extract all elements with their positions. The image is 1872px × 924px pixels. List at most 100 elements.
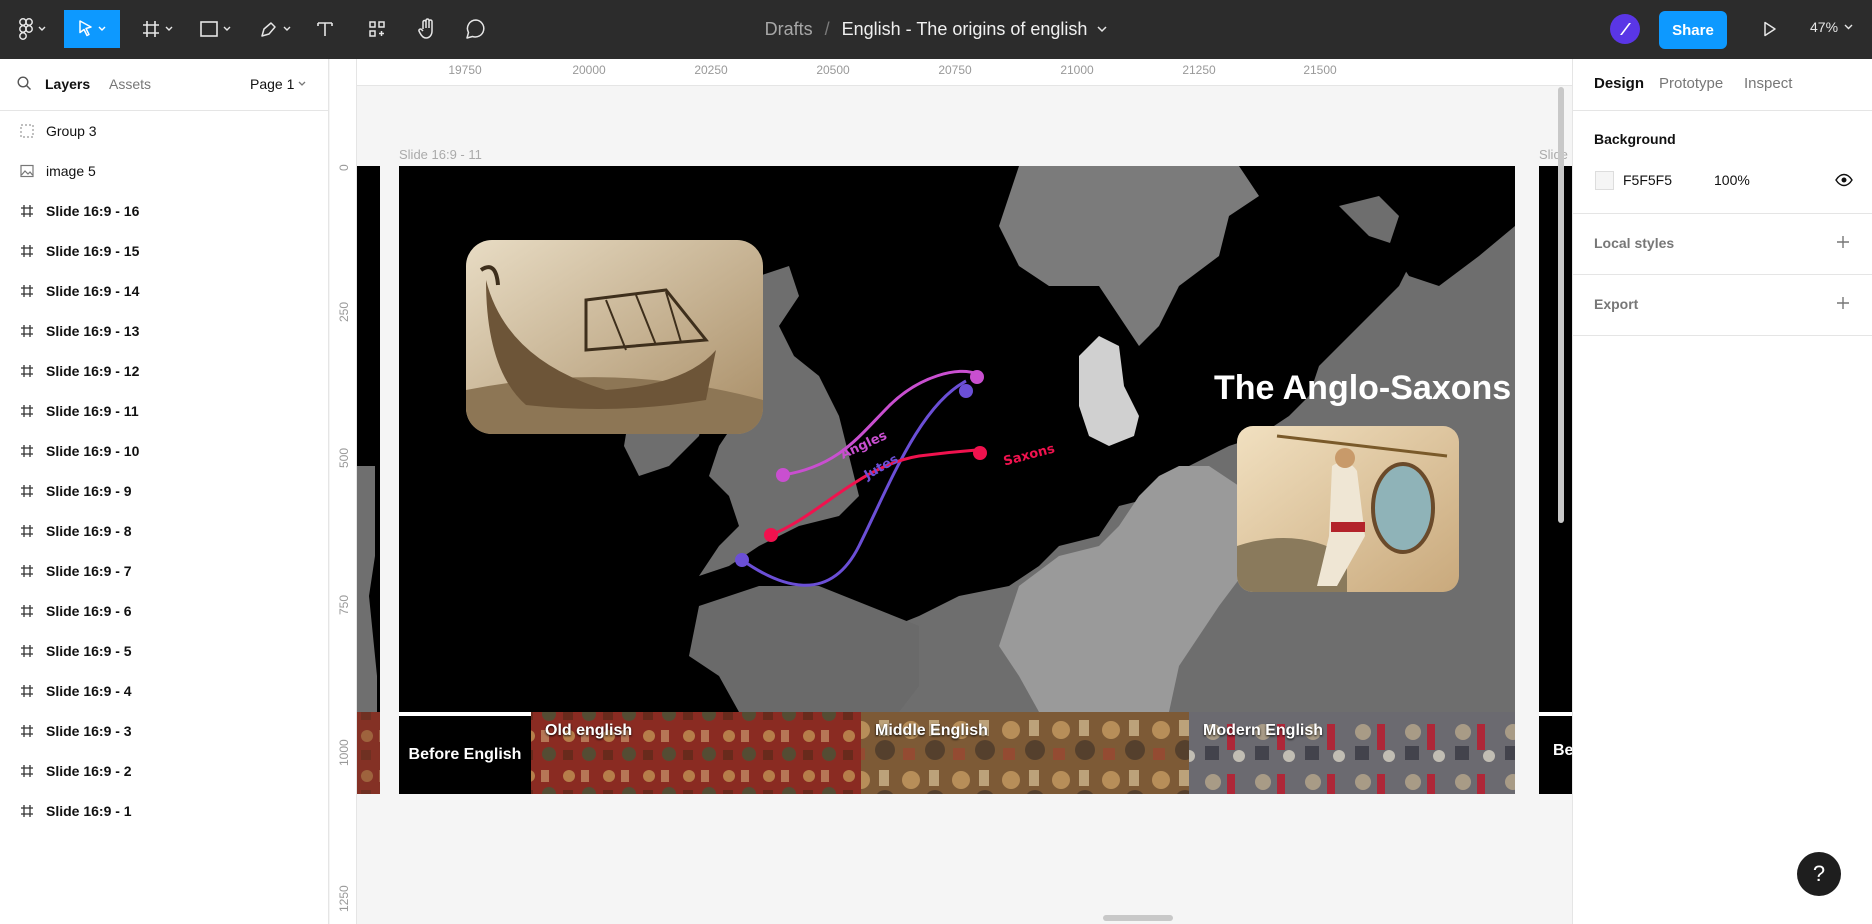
- timeline-before-label: Before English: [408, 746, 522, 763]
- play-icon: [1764, 21, 1776, 37]
- zoom-control[interactable]: 47%: [1810, 19, 1853, 35]
- layer-row[interactable]: Slide 16:9 - 9: [0, 471, 328, 511]
- layer-row[interactable]: Slide 16:9 - 12: [0, 351, 328, 391]
- layer-name: Slide 16:9 - 7: [46, 563, 132, 579]
- comment-tool[interactable]: [462, 10, 490, 48]
- eye-icon[interactable]: [1835, 171, 1853, 194]
- search-icon[interactable]: [17, 76, 32, 96]
- ruler-y-label: 1000: [337, 739, 351, 766]
- help-label: ?: [1812, 861, 1826, 886]
- timeline-middle-english[interactable]: Middle English: [861, 712, 1189, 794]
- background-section: Background F5F5F5 100%: [1573, 111, 1872, 214]
- layer-row[interactable]: Slide 16:9 - 13: [0, 311, 328, 351]
- frame-icon: [18, 362, 36, 380]
- layer-name: Slide 16:9 - 5: [46, 643, 132, 659]
- share-button[interactable]: Share: [1659, 11, 1727, 49]
- frame-icon: [18, 402, 36, 420]
- layer-name: Slide 16:9 - 2: [46, 763, 132, 779]
- ruler-y-label: 0: [337, 164, 351, 171]
- move-tool[interactable]: [64, 10, 120, 48]
- tab-prototype[interactable]: Prototype: [1659, 75, 1723, 92]
- ruler-y-label: 750: [337, 594, 351, 615]
- toolbar: Drafts / English - The origins of englis…: [0, 0, 1872, 59]
- tab-assets[interactable]: Assets: [109, 76, 151, 92]
- layer-name: Slide 16:9 - 15: [46, 243, 140, 259]
- frame-icon: [18, 322, 36, 340]
- layer-row[interactable]: Slide 16:9 - 11: [0, 391, 328, 431]
- ruler-x-label: 21250: [1182, 63, 1216, 77]
- viking-ship-image[interactable]: [466, 240, 763, 434]
- add-style-plus-icon[interactable]: [1835, 234, 1851, 255]
- frame-label[interactable]: Slide 16:9 - 11: [399, 147, 482, 162]
- file-name[interactable]: English - The origins of english: [842, 19, 1088, 40]
- frame-icon: [18, 522, 36, 540]
- previous-slide-frame[interactable]: [357, 166, 380, 794]
- layer-row[interactable]: Slide 16:9 - 7: [0, 551, 328, 591]
- frame-icon: [18, 642, 36, 660]
- layer-row[interactable]: Group 3: [0, 111, 328, 151]
- layer-name: Slide 16:9 - 10: [46, 443, 140, 459]
- layer-row[interactable]: image 5: [0, 151, 328, 191]
- ruler-x-label: 20250: [694, 63, 728, 77]
- layer-name: Slide 16:9 - 4: [46, 683, 132, 699]
- layer-row[interactable]: Slide 16:9 - 14: [0, 271, 328, 311]
- breadcrumb-drafts[interactable]: Drafts: [765, 19, 813, 40]
- text-tool[interactable]: [312, 10, 338, 48]
- layer-name: Slide 16:9 - 16: [46, 203, 140, 219]
- layers-panel: Layers Assets Page 1 Group 3 image 5 Slide…: [0, 59, 329, 924]
- layer-name: Slide 16:9 - 6: [46, 603, 132, 619]
- user-avatar[interactable]: [1610, 14, 1640, 44]
- frame-icon: [18, 802, 36, 820]
- timeline-old-english[interactable]: Old english: [531, 712, 861, 794]
- ruler-y-label: 250: [337, 301, 351, 322]
- layer-row[interactable]: Slide 16:9 - 15: [0, 231, 328, 271]
- horizontal-scrollbar[interactable]: [1103, 915, 1173, 921]
- layer-row[interactable]: Slide 16:9 - 8: [0, 511, 328, 551]
- layer-row[interactable]: Slide 16:9 - 6: [0, 591, 328, 631]
- frame-icon: [18, 562, 36, 580]
- warrior-picture: [1237, 426, 1459, 592]
- anglo-saxon-warrior-image[interactable]: [1237, 426, 1459, 592]
- resources-tool[interactable]: [364, 10, 390, 48]
- layer-row[interactable]: Slide 16:9 - 5: [0, 631, 328, 671]
- layer-row[interactable]: Slide 16:9 - 1: [0, 791, 328, 831]
- frame-icon: [143, 21, 159, 37]
- next-slide-frame[interactable]: Be: [1539, 166, 1572, 794]
- layer-name: Slide 16:9 - 13: [46, 323, 140, 339]
- present-button[interactable]: [1755, 14, 1785, 44]
- frame-icon: [18, 202, 36, 220]
- help-button[interactable]: ?: [1797, 852, 1841, 896]
- layer-name: Slide 16:9 - 14: [46, 283, 140, 299]
- pen-tool[interactable]: [254, 10, 296, 48]
- layer-row[interactable]: Slide 16:9 - 3: [0, 711, 328, 751]
- layer-row[interactable]: Slide 16:9 - 4: [0, 671, 328, 711]
- slide-frame[interactable]: Angles Jutes Saxons The Anglo-Saxons Bef…: [399, 166, 1515, 794]
- page-selector[interactable]: Page 1: [250, 76, 306, 92]
- canvas[interactable]: 19750 20000 20250 20500 20750 21000 21250 21500…: [330, 59, 1572, 924]
- timeline-middle-label: Middle English: [875, 722, 988, 739]
- layer-name: image 5: [46, 163, 96, 179]
- tab-design[interactable]: Design: [1594, 75, 1644, 92]
- layer-row[interactable]: Slide 16:9 - 2: [0, 751, 328, 791]
- background-opacity-input[interactable]: 100%: [1714, 172, 1750, 188]
- frame-icon: [18, 442, 36, 460]
- add-export-plus-icon[interactable]: [1835, 295, 1851, 316]
- layer-list: Group 3 image 5 Slide 16:9 - 16 Slide 16:9 …: [0, 111, 328, 831]
- background-color-swatch[interactable]: [1595, 171, 1614, 190]
- timeline-modern-english[interactable]: Modern English: [1189, 712, 1515, 794]
- export-section: Export: [1573, 275, 1872, 336]
- hand-tool[interactable]: [412, 10, 442, 48]
- layer-name: Slide 16:9 - 8: [46, 523, 132, 539]
- layer-row[interactable]: Slide 16:9 - 16: [0, 191, 328, 231]
- file-menu-chevron-icon[interactable]: [1097, 26, 1107, 33]
- background-hex-input[interactable]: F5F5F5: [1623, 172, 1672, 188]
- tab-layers[interactable]: Layers: [45, 76, 90, 92]
- tab-inspect[interactable]: Inspect: [1744, 75, 1792, 92]
- frame-icon: [18, 482, 36, 500]
- vertical-scrollbar[interactable]: [1558, 87, 1564, 523]
- layer-row[interactable]: Slide 16:9 - 10: [0, 431, 328, 471]
- main-menu-button[interactable]: [14, 10, 50, 48]
- frame-tool[interactable]: [136, 10, 178, 48]
- timeline-before-english[interactable]: Before English: [399, 712, 531, 794]
- shape-tool[interactable]: [194, 10, 236, 48]
